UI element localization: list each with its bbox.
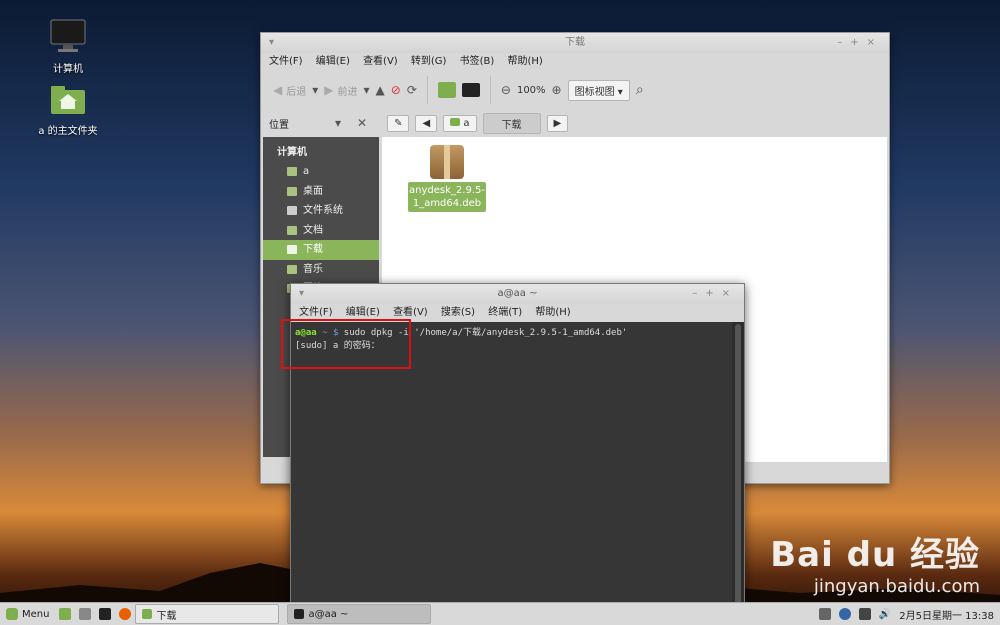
arrow-right-icon: ▶ bbox=[324, 83, 334, 97]
sidebar-item-documents[interactable]: 文档 bbox=[263, 221, 379, 241]
window-title: a@aa ~ bbox=[497, 288, 538, 299]
menu-edit[interactable]: 编辑(E) bbox=[346, 307, 380, 318]
show-desktop-icon[interactable] bbox=[59, 608, 72, 620]
folder-icon bbox=[142, 609, 153, 619]
crumb-home[interactable]: a bbox=[443, 114, 477, 132]
home-icon[interactable] bbox=[437, 82, 456, 98]
file-name: anydesk_2.9.5-1_amd64.deb bbox=[408, 182, 486, 212]
mint-logo-icon bbox=[6, 608, 18, 620]
monitor-icon bbox=[50, 19, 86, 52]
location-dropdown[interactable]: ▾ bbox=[335, 116, 341, 130]
zoom-in-button[interactable]: ⊕ bbox=[552, 83, 562, 97]
window-title: 下载 bbox=[565, 37, 585, 48]
reload-button[interactable]: ⟳ bbox=[407, 83, 417, 97]
menu-help[interactable]: 帮助(H) bbox=[535, 307, 570, 318]
crumb-back-arrow[interactable]: ◀ bbox=[415, 114, 438, 132]
menu-help[interactable]: 帮助(H) bbox=[508, 56, 543, 67]
sidebar-item-downloads[interactable]: 下载 bbox=[263, 240, 379, 260]
folder-icon bbox=[287, 245, 297, 255]
highlight-annotation-box bbox=[281, 319, 411, 369]
home-icon bbox=[450, 117, 461, 126]
close-sidebar-button[interactable]: ✕ bbox=[357, 116, 367, 130]
sidebar-item-desktop[interactable]: 桌面 bbox=[263, 182, 379, 202]
menu-terminal[interactable]: 终端(T) bbox=[488, 307, 522, 318]
folder-icon bbox=[287, 167, 297, 177]
sidebar-item-music[interactable]: 音乐 bbox=[263, 260, 379, 280]
drive-icon bbox=[287, 206, 297, 216]
file-manager-launcher-icon[interactable] bbox=[79, 608, 92, 620]
sidebar-item-home[interactable]: a bbox=[263, 162, 379, 182]
start-menu-button[interactable]: Menu bbox=[0, 605, 55, 623]
taskbar-window-terminal[interactable]: a@aa ~ bbox=[287, 604, 432, 624]
terminal-icon bbox=[294, 609, 305, 619]
baidu-jingyan-watermark: Bai du 经验 jingyan.baidu.com bbox=[770, 527, 980, 597]
desktop-icon-label: 计算机 bbox=[53, 64, 83, 75]
desktop-icon-label: a 的主文件夹 bbox=[38, 126, 98, 137]
scrollbar-thumb[interactable] bbox=[735, 324, 741, 605]
zoom-level: 100% bbox=[516, 84, 546, 96]
network-icon[interactable] bbox=[858, 608, 871, 620]
package-icon bbox=[430, 145, 464, 179]
desktop-icon-home-folder[interactable]: a 的主文件夹 bbox=[28, 84, 108, 137]
crumb-forward-arrow[interactable]: ▶ bbox=[546, 114, 569, 132]
toolbar-separator bbox=[489, 76, 491, 104]
system-tray: 🔊 2月5日星期一 13:38 bbox=[818, 607, 1000, 622]
folder-icon bbox=[287, 225, 297, 235]
clock[interactable]: 2月5日星期一 13:38 bbox=[899, 607, 994, 622]
search-icon[interactable]: ⌕ bbox=[636, 82, 644, 98]
menu-view[interactable]: 查看(V) bbox=[363, 56, 398, 67]
window-controls[interactable]: –+× bbox=[692, 284, 738, 304]
crumb-downloads[interactable]: 下载 bbox=[482, 112, 541, 134]
sidebar-item-filesystem[interactable]: 文件系统 bbox=[263, 201, 379, 221]
menu-file[interactable]: 文件(F) bbox=[299, 307, 333, 318]
folder-icon bbox=[287, 186, 297, 196]
firefox-launcher-icon[interactable] bbox=[119, 608, 132, 620]
arrow-left-icon: ◀ bbox=[273, 83, 283, 97]
back-button[interactable]: ◀ 后退 bbox=[273, 83, 306, 98]
up-button[interactable]: ▲ bbox=[376, 83, 385, 97]
computer-icon[interactable] bbox=[461, 83, 480, 97]
watermark-url: jingyan.baidu.com bbox=[813, 576, 980, 597]
menu-bookmarks[interactable]: 书签(B) bbox=[460, 56, 495, 67]
home-folder-icon bbox=[51, 86, 85, 114]
window-menu-icon[interactable]: ▾ bbox=[299, 284, 304, 304]
menu-edit[interactable]: 编辑(E) bbox=[316, 56, 350, 67]
toggle-location-entry-button[interactable]: ✎ bbox=[387, 114, 410, 132]
location-bar: 位置 ▾ ✕ ✎ ◀ a 下载 ▶ bbox=[261, 109, 889, 137]
location-label: 位置 bbox=[269, 119, 289, 131]
taskbar: Menu 下载 a@aa ~ 🔊 2月5日星期一 13:38 bbox=[0, 602, 1000, 625]
forward-history-dropdown[interactable]: ▾ bbox=[364, 83, 370, 97]
terminal-launcher-icon[interactable] bbox=[99, 608, 112, 620]
toolbar-separator bbox=[426, 76, 428, 104]
watermark-brand: Bai du 经验 bbox=[770, 535, 980, 575]
window-controls[interactable]: –+× bbox=[837, 33, 883, 53]
toolbar: ◀ 后退 ▾ ▶ 前进 ▾ ▲ ⊘ ⟳ ⊖ 100% ⊕ 图标视图 ▾ ⌕ bbox=[261, 71, 889, 109]
folder-icon bbox=[287, 264, 297, 274]
volume-icon[interactable]: 🔊 bbox=[879, 609, 891, 620]
sidebar-heading: 计算机 bbox=[277, 147, 307, 158]
desktop-icon-computer[interactable]: 计算机 bbox=[28, 18, 108, 75]
forward-button[interactable]: ▶ 前进 bbox=[324, 83, 357, 98]
file-item[interactable]: anydesk_2.9.5-1_amd64.deb bbox=[408, 145, 486, 212]
window-titlebar[interactable]: ▾ a@aa ~ –+× bbox=[291, 284, 744, 304]
stop-button[interactable]: ⊘ bbox=[391, 83, 401, 97]
zoom-out-button[interactable]: ⊖ bbox=[501, 83, 511, 97]
view-mode-select[interactable]: 图标视图 ▾ bbox=[567, 79, 630, 101]
window-titlebar[interactable]: ▾ 下载 –+× bbox=[261, 33, 889, 53]
shield-icon[interactable] bbox=[838, 608, 851, 620]
menu-bar: 文件(F) 编辑(E) 查看(V) 转到(G) 书签(B) 帮助(H) bbox=[261, 53, 889, 71]
back-history-dropdown[interactable]: ▾ bbox=[312, 83, 318, 97]
terminal-scrollbar[interactable] bbox=[732, 322, 744, 607]
menu-file[interactable]: 文件(F) bbox=[269, 56, 303, 67]
taskbar-window-downloads[interactable]: 下载 bbox=[135, 604, 280, 624]
menu-view[interactable]: 查看(V) bbox=[393, 307, 428, 318]
keyboard-icon[interactable] bbox=[818, 608, 831, 620]
menu-search[interactable]: 搜索(S) bbox=[441, 307, 475, 318]
menu-go[interactable]: 转到(G) bbox=[411, 56, 447, 67]
window-menu-icon[interactable]: ▾ bbox=[269, 33, 274, 53]
